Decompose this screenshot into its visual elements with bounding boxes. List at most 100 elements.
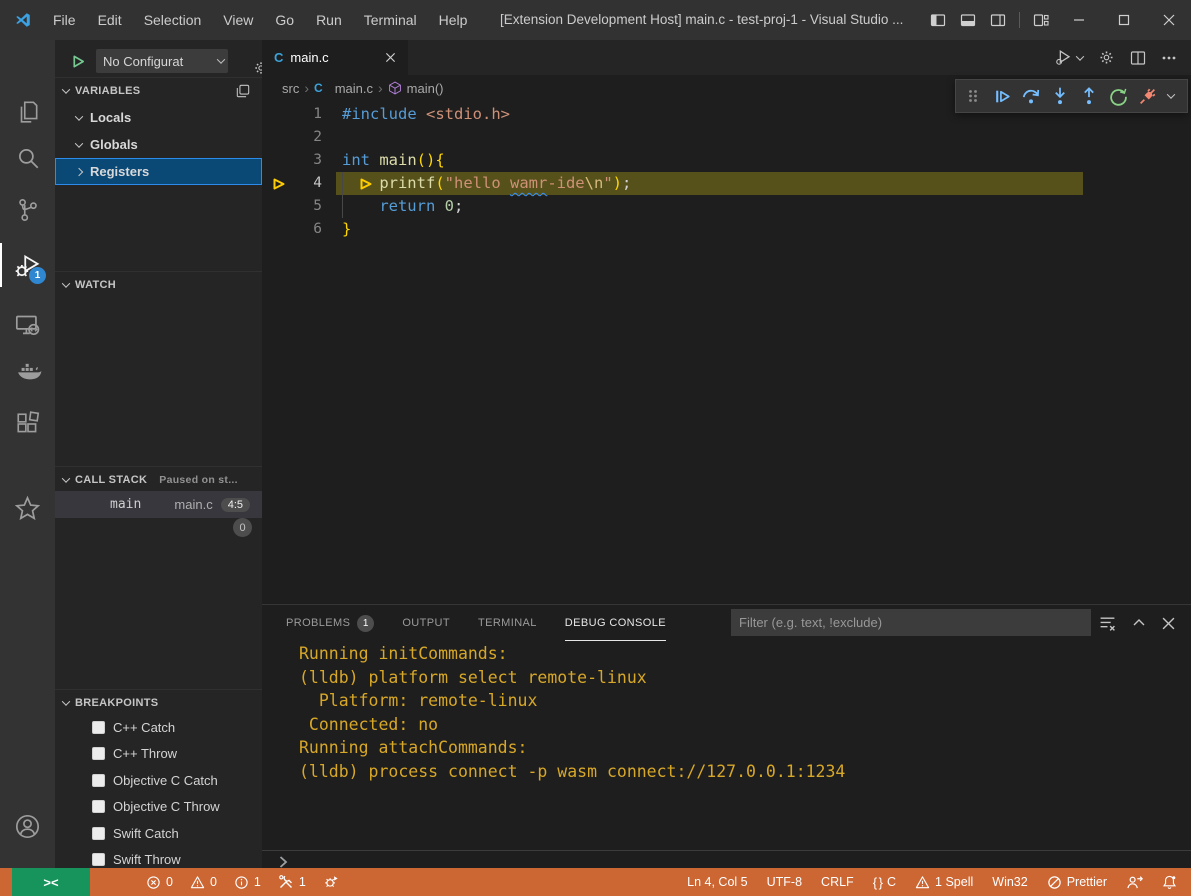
toggle-secondary-sidebar-icon[interactable] [983, 0, 1013, 40]
variables-item-locals[interactable]: Locals [55, 104, 262, 131]
status-item-crlf[interactable]: CRLF [821, 875, 854, 889]
breakpoint-gutter[interactable] [262, 172, 296, 195]
status-item-0[interactable]: 0 [146, 875, 173, 890]
run-and-debug-icon[interactable]: 1 [0, 241, 55, 289]
code-line-content[interactable]: printf("hello wamr-ide\n"); [336, 172, 1083, 195]
start-debugging-icon[interactable] [71, 54, 86, 69]
run-or-debug-button[interactable] [1054, 48, 1083, 67]
maximize-button[interactable] [1101, 0, 1146, 40]
status-item-1-spell[interactable]: 1 Spell [915, 875, 973, 890]
remote-indicator[interactable]: >< [12, 868, 90, 896]
close-tab-icon[interactable] [380, 48, 400, 68]
code-editor[interactable]: 1#include <stdio.h>23int main(){4printf(… [262, 103, 1191, 241]
breakpoints-section-header[interactable]: BREAKPOINTS [55, 689, 262, 715]
toggle-panel-icon[interactable] [953, 0, 983, 40]
breakpoint-c-catch[interactable]: C++ Catch [55, 714, 262, 740]
breakpoint-gutter[interactable] [262, 149, 296, 172]
breakpoint-checkbox[interactable] [92, 800, 105, 813]
code-line-content[interactable]: } [336, 218, 1083, 241]
minimize-button[interactable] [1056, 0, 1101, 40]
split-editor-icon[interactable] [1130, 50, 1146, 66]
variables-item-globals[interactable]: Globals [55, 131, 262, 158]
panel-tab-output[interactable]: OUTPUT [402, 605, 450, 641]
menu-help[interactable]: Help [428, 0, 479, 40]
debug-toolbar-dropdown-icon[interactable] [1167, 90, 1175, 98]
continue-icon[interactable] [992, 86, 1012, 106]
disconnect-icon[interactable] [1137, 86, 1157, 106]
variables-section-header[interactable]: VARIABLES [55, 77, 262, 103]
breakpoint-swift-throw[interactable]: Swift Throw [55, 847, 262, 869]
code-line-6[interactable]: 6} [262, 218, 1191, 241]
clear-console-icon[interactable] [1099, 615, 1116, 632]
launch-configuration-dropdown[interactable]: No Configurat [96, 49, 228, 73]
status-item-debug[interactable] [323, 874, 339, 890]
menu-go[interactable]: Go [264, 0, 305, 40]
breakpoint-checkbox[interactable] [92, 774, 105, 787]
docker-icon[interactable] [0, 348, 55, 396]
status-item-feedback[interactable] [1126, 875, 1143, 890]
copy-value-icon[interactable] [236, 84, 250, 98]
source-control-icon[interactable] [0, 186, 55, 234]
breakpoint-checkbox[interactable] [92, 747, 105, 760]
console-filter-input[interactable] [731, 609, 1091, 636]
breakpoint-gutter[interactable] [262, 126, 296, 149]
explorer-icon[interactable] [0, 88, 55, 136]
status-item-prettier[interactable]: Prettier [1047, 875, 1107, 890]
code-line-content[interactable]: int main(){ [336, 149, 1083, 172]
breakpoint-c-throw[interactable]: C++ Throw [55, 741, 262, 767]
code-line-content[interactable]: return 0; [336, 195, 1083, 218]
status-item-1[interactable]: 1 [234, 875, 261, 890]
breakpoint-gutter[interactable] [262, 103, 296, 126]
panel-tab-problems[interactable]: PROBLEMS1 [286, 605, 374, 641]
breadcrumb-file[interactable]: C main.c [314, 81, 373, 96]
menu-view[interactable]: View [212, 0, 264, 40]
breakpoint-checkbox[interactable] [92, 827, 105, 840]
breadcrumb-symbol[interactable]: main() [388, 81, 444, 96]
breakpoint-gutter[interactable] [262, 218, 296, 241]
more-actions-icon[interactable] [1161, 50, 1177, 66]
code-line-3[interactable]: 3int main(){ [262, 149, 1191, 172]
breakpoint-swift-catch[interactable]: Swift Catch [55, 820, 262, 846]
close-panel-icon[interactable] [1162, 617, 1175, 630]
remote-explorer-icon[interactable] [0, 301, 55, 349]
maximize-panel-icon[interactable] [1132, 616, 1146, 630]
status-item-utf-8[interactable]: UTF-8 [767, 875, 802, 889]
breakpoint-checkbox[interactable] [92, 721, 105, 734]
status-item-0[interactable]: 0 [190, 875, 217, 890]
code-line-2[interactable]: 2 [262, 126, 1191, 149]
toolbar-gripper-icon[interactable] [963, 86, 983, 106]
accounts-icon[interactable] [0, 802, 55, 850]
breakpoint-objective-c-throw[interactable]: Objective C Throw [55, 794, 262, 820]
step-over-icon[interactable] [1021, 86, 1041, 106]
status-item-1[interactable]: 1 [278, 874, 306, 890]
panel-tab-debug-console[interactable]: DEBUG CONSOLE [565, 605, 666, 641]
menu-terminal[interactable]: Terminal [353, 0, 428, 40]
breadcrumb-folder[interactable]: src [282, 81, 299, 96]
open-launch-config-gear-icon[interactable] [253, 60, 262, 76]
step-out-icon[interactable] [1079, 86, 1099, 106]
menu-selection[interactable]: Selection [133, 0, 213, 40]
close-window-button[interactable] [1146, 0, 1191, 40]
menu-edit[interactable]: Edit [87, 0, 133, 40]
code-line-5[interactable]: 5return 0; [262, 195, 1191, 218]
breakpoint-objective-c-catch[interactable]: Objective C Catch [55, 767, 262, 793]
extensions-icon[interactable] [0, 400, 55, 448]
status-item-bell[interactable] [1162, 874, 1177, 890]
watch-section-header[interactable]: WATCH [55, 271, 262, 297]
search-icon[interactable] [0, 134, 55, 182]
menu-run[interactable]: Run [305, 0, 353, 40]
breakpoint-checkbox[interactable] [92, 853, 105, 866]
restart-icon[interactable] [1108, 86, 1128, 106]
status-item-c[interactable]: { }C [873, 875, 896, 890]
tab-main-c[interactable]: C main.c [262, 40, 408, 75]
status-item-ln-4-col-5[interactable]: Ln 4, Col 5 [687, 875, 747, 889]
customize-layout-icon[interactable] [1026, 0, 1056, 40]
variables-item-registers[interactable]: Registers [55, 158, 262, 185]
editor-gear-icon[interactable] [1098, 49, 1115, 66]
status-item-win32[interactable]: Win32 [992, 875, 1027, 889]
code-line-4[interactable]: 4printf("hello wamr-ide\n"); [262, 172, 1191, 195]
menu-file[interactable]: File [42, 0, 87, 40]
call-stack-section-header[interactable]: CALL STACK Paused on st... [55, 466, 262, 492]
panel-tab-terminal[interactable]: TERMINAL [478, 605, 537, 641]
step-into-icon[interactable] [1050, 86, 1070, 106]
